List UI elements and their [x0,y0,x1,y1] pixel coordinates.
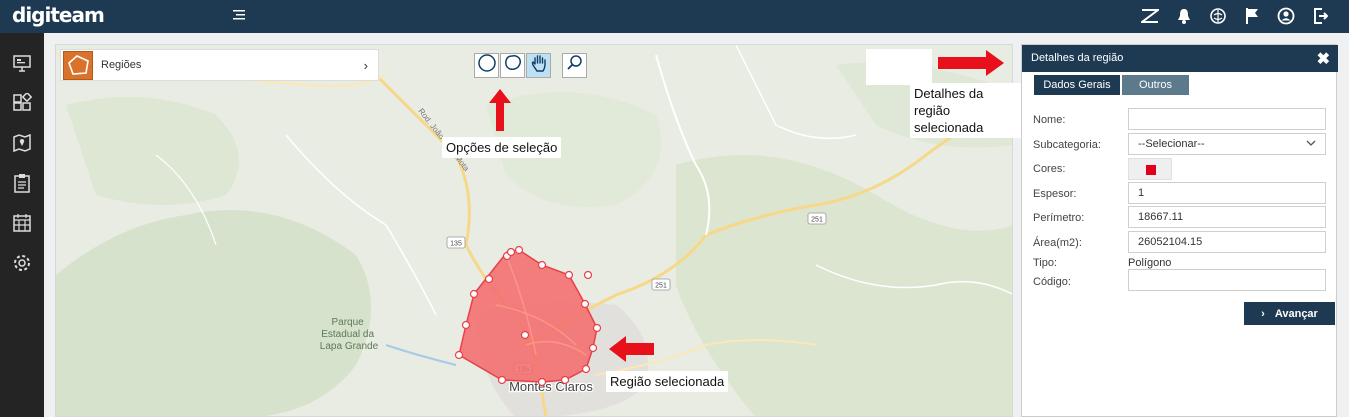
regions-selector[interactable]: Regiões › [60,49,379,81]
annotation-region-details: Detalhes da região selecionada [910,83,1022,138]
menu-toggle-icon[interactable] [232,8,246,22]
zendesk-icon[interactable] [1133,5,1167,27]
close-icon[interactable]: ✖ [1317,49,1330,69]
polygon-select-tool[interactable] [500,53,525,78]
codigo-label: Código: [1033,276,1071,288]
svg-text:251: 251 [655,283,667,290]
left-sidebar [0,33,44,417]
map-icon [12,133,32,158]
tipo-value: Polígono [1128,257,1172,269]
chevron-down-icon [1305,137,1317,152]
selection-tools [474,53,551,78]
calendar-icon [12,213,32,238]
presentation-icon [12,53,32,78]
area-field[interactable]: 26052104.15 [1128,231,1326,253]
map-canvas[interactable]: Rod. João Pinto Mota 135 135 251 251 Par… [55,44,1013,417]
route-shield-251-west: 251 [651,278,671,291]
svg-text:251: 251 [811,217,823,224]
gear-icon [12,253,32,278]
search-icon [566,54,584,77]
annotation-selected-region: Região selecionada [606,371,729,392]
circle-select-tool[interactable] [474,53,499,78]
route-shield-135-north: 135 [446,236,466,249]
brain-icon[interactable] [1201,5,1235,27]
subcategoria-value: --Selecionar-- [1138,138,1205,150]
pan-tool[interactable] [526,53,551,78]
hand-icon [529,53,549,78]
svg-text:135: 135 [450,241,462,248]
sidebar-item-settings[interactable] [0,245,44,285]
chevron-right-icon: › [1261,307,1265,320]
espesor-field[interactable]: 1 [1128,182,1326,204]
subcategoria-select[interactable]: --Selecionar-- [1128,133,1326,155]
flag-icon[interactable] [1235,5,1269,27]
espesor-label: Espesor: [1033,188,1077,200]
sidebar-item-reports[interactable] [0,165,44,205]
tab-dados-gerais[interactable]: Dados Gerais [1034,75,1120,95]
panel-header: Detalhes da região ✖ [1022,45,1338,72]
blocks-icon [12,91,33,118]
tipo-label: Tipo: [1033,257,1058,269]
nome-field[interactable] [1128,108,1326,130]
codigo-field[interactable] [1128,269,1326,291]
region-details-panel: Detalhes da região ✖ Dados Gerais Outros… [1021,44,1338,417]
sidebar-item-calendar[interactable] [0,205,44,245]
area-label: Área(m2): [1033,237,1082,249]
chevron-right-icon[interactable]: › [364,58,368,73]
annotation-selection-options: Opções de seleção [442,137,562,158]
panel-title: Detalhes da região [1031,52,1124,64]
circle-icon [477,53,497,78]
polygon-icon [63,51,93,80]
user-icon[interactable] [1269,5,1303,27]
color-swatch [1146,165,1156,175]
color-picker[interactable] [1128,158,1172,180]
tab-outros[interactable]: Outros [1122,75,1189,95]
map-base-layer: Rod. João Pinto Mota 135 135 251 251 Par… [56,45,1012,416]
sidebar-item-dashboard[interactable] [0,45,44,85]
cores-label: Cores: [1033,163,1066,175]
route-shield-251-east: 251 [807,212,827,225]
next-button[interactable]: › Avançar [1244,302,1335,325]
regions-label: Regiões [101,59,142,71]
clipboard-icon [12,173,32,198]
subcategoria-label: Subcategoria: [1033,139,1101,151]
nome-label: Nome: [1033,114,1066,126]
sidebar-item-modules[interactable] [0,85,44,125]
top-bar: digiteam [0,0,1349,33]
bell-icon[interactable] [1167,5,1201,27]
sidebar-item-map[interactable] [0,125,44,165]
map-overlay-blank [866,49,932,85]
logout-icon[interactable] [1303,5,1337,27]
perimetro-label: Perímetro: [1033,212,1085,224]
zoom-search-tool[interactable] [562,53,587,78]
next-button-label: Avançar [1274,307,1318,320]
app-logo[interactable]: digiteam [12,3,105,27]
polygon-draw-icon [503,53,523,78]
perimetro-field[interactable]: 18667.11 [1128,206,1326,228]
